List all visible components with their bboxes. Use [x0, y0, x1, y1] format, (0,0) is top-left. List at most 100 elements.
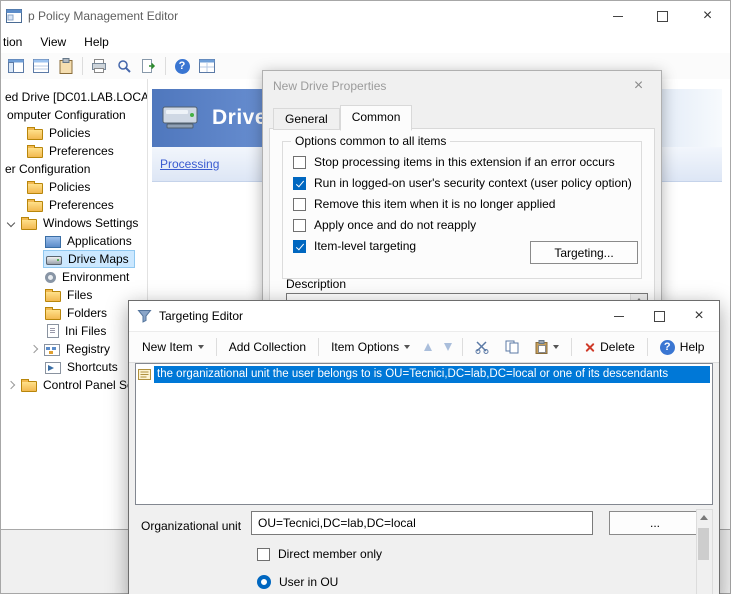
copy-icon	[505, 340, 519, 354]
tree-item-shortcuts[interactable]: Shortcuts	[1, 358, 147, 376]
scroll-up-icon	[700, 515, 708, 520]
conditions-list[interactable]: the organizational unit the user belongs…	[135, 363, 713, 505]
folder-icon	[21, 381, 37, 392]
options-scrollbar[interactable]	[696, 509, 713, 594]
applications-icon	[45, 236, 61, 248]
tree-item-environment[interactable]: Environment	[1, 268, 147, 286]
checkbox-checked-icon[interactable]	[293, 177, 306, 190]
toolbar-separator	[647, 338, 648, 356]
dialog-titlebar: Targeting Editor	[129, 301, 719, 331]
checkbox-unchecked-icon[interactable]	[293, 156, 306, 169]
checkbox-unchecked-icon[interactable]	[257, 548, 270, 561]
minimize-button[interactable]	[595, 1, 640, 31]
tree-item-preferences[interactable]: Preferences	[1, 142, 147, 160]
files-icon	[45, 291, 61, 302]
add-collection-button[interactable]: Add Collection	[222, 337, 313, 357]
chevron-expanded-icon[interactable]	[7, 219, 15, 227]
maximize-button[interactable]	[639, 301, 679, 331]
up-arrow-icon	[424, 343, 432, 351]
tree-item-mapped-drive-gpo[interactable]: ed Drive [DC01.LAB.LOCA	[1, 88, 147, 106]
help-icon[interactable]	[170, 55, 194, 77]
checkbox-unchecked-icon[interactable]	[293, 198, 306, 211]
tree-item-computer-configuration[interactable]: omputer Configuration	[1, 106, 147, 124]
find-icon[interactable]	[112, 55, 136, 77]
radio-selected-icon[interactable]	[257, 575, 271, 589]
registry-icon	[44, 344, 60, 356]
console-app-icon	[6, 9, 22, 23]
move-down-button[interactable]	[439, 340, 457, 354]
tree-item-policies[interactable]: Policies	[1, 178, 147, 196]
item-options-button[interactable]: Item Options	[324, 337, 417, 357]
ini-file-icon	[47, 324, 59, 338]
console-tree: ed Drive [DC01.LAB.LOCA omputer Configur…	[1, 79, 147, 538]
tree-item-applications[interactable]: Applications	[1, 232, 147, 250]
caption-buttons	[595, 1, 730, 31]
screen: p Policy Management Editor tion View Hel…	[0, 0, 731, 594]
tree-item-files[interactable]: Files	[1, 286, 147, 304]
help-icon	[660, 340, 675, 355]
option-remove-when-not-applied[interactable]: Remove this item when it is no longer ap…	[293, 197, 641, 211]
tree-item-preferences[interactable]: Preferences	[1, 196, 147, 214]
tree-item-registry[interactable]: Registry	[1, 340, 147, 358]
tab-common[interactable]: Common	[340, 105, 413, 131]
folder-icon	[27, 183, 43, 194]
close-button[interactable]	[685, 1, 730, 31]
paste-button[interactable]	[528, 337, 566, 357]
menu-view[interactable]: View	[31, 31, 75, 53]
move-up-button[interactable]	[419, 340, 437, 354]
tree-item-user-configuration[interactable]: er Configuration	[1, 160, 147, 178]
new-item-button[interactable]: New Item	[135, 337, 211, 357]
list-view-icon[interactable]	[29, 55, 53, 77]
common-tab-panel: Options common to all items Stop process…	[269, 128, 655, 307]
down-arrow-icon	[444, 343, 452, 351]
dropdown-arrow-icon	[404, 345, 410, 349]
menu-action[interactable]: tion	[1, 31, 31, 53]
tree-item-windows-settings[interactable]: Windows Settings	[1, 214, 147, 232]
processing-link[interactable]: Processing	[160, 157, 219, 171]
targeting-editor-dialog: Targeting Editor New Item Add Collection…	[128, 300, 720, 594]
tree-item-folders[interactable]: Folders	[1, 304, 147, 322]
cut-button[interactable]	[468, 337, 496, 357]
tree-item-control-panel-settings[interactable]: Control Panel Sett	[1, 376, 147, 394]
maximize-button[interactable]	[640, 1, 685, 31]
help-question-icon	[175, 59, 190, 74]
clipboard-icon[interactable]	[54, 55, 78, 77]
new-drive-properties-dialog: New Drive Properties General Common Opti…	[262, 70, 662, 308]
option-apply-once[interactable]: Apply once and do not reapply	[293, 218, 641, 232]
folder-icon	[45, 309, 61, 320]
shortcut-icon	[45, 362, 61, 374]
help-button[interactable]: Help	[653, 337, 712, 358]
condition-item-selected[interactable]: the organizational unit the user belongs…	[138, 365, 710, 383]
dropdown-arrow-icon	[553, 345, 559, 349]
organizational-unit-input[interactable]	[251, 511, 593, 535]
tree-item-drive-maps[interactable]: Drive Maps	[1, 250, 147, 268]
checkbox-checked-icon[interactable]	[293, 240, 306, 253]
delete-button[interactable]: Delete	[577, 337, 642, 357]
chevron-collapsed-icon[interactable]	[30, 345, 38, 353]
console-window-icon[interactable]	[195, 55, 219, 77]
direct-member-only-checkbox[interactable]: Direct member only	[257, 547, 382, 561]
browse-button[interactable]: ...	[609, 511, 701, 535]
condition-text: the organizational unit the user belongs…	[154, 366, 710, 383]
minimize-button[interactable]	[599, 301, 639, 331]
close-button[interactable]	[616, 71, 661, 100]
checkbox-unchecked-icon[interactable]	[293, 219, 306, 232]
copy-button[interactable]	[498, 337, 526, 357]
targeting-button[interactable]: Targeting...	[530, 241, 638, 264]
option-stop-processing[interactable]: Stop processing items in this extension …	[293, 155, 641, 169]
tab-general[interactable]: General	[273, 108, 340, 130]
close-button[interactable]	[679, 301, 719, 331]
printer-icon[interactable]	[87, 55, 111, 77]
tree-item-policies[interactable]: Policies	[1, 124, 147, 142]
user-in-ou-radio[interactable]: User in OU	[257, 575, 338, 589]
show-tree-icon[interactable]	[4, 55, 28, 77]
delete-x-icon	[584, 342, 595, 353]
targeting-funnel-icon	[137, 309, 152, 323]
scrollbar-thumb[interactable]	[698, 528, 709, 560]
dialog-title: New Drive Properties	[273, 79, 386, 93]
tree-item-ini-files[interactable]: Ini Files	[1, 322, 147, 340]
option-run-in-user-context[interactable]: Run in logged-on user's security context…	[293, 176, 641, 190]
chevron-collapsed-icon[interactable]	[7, 381, 15, 389]
menu-help[interactable]: Help	[75, 31, 118, 53]
export-list-icon[interactable]	[137, 55, 161, 77]
